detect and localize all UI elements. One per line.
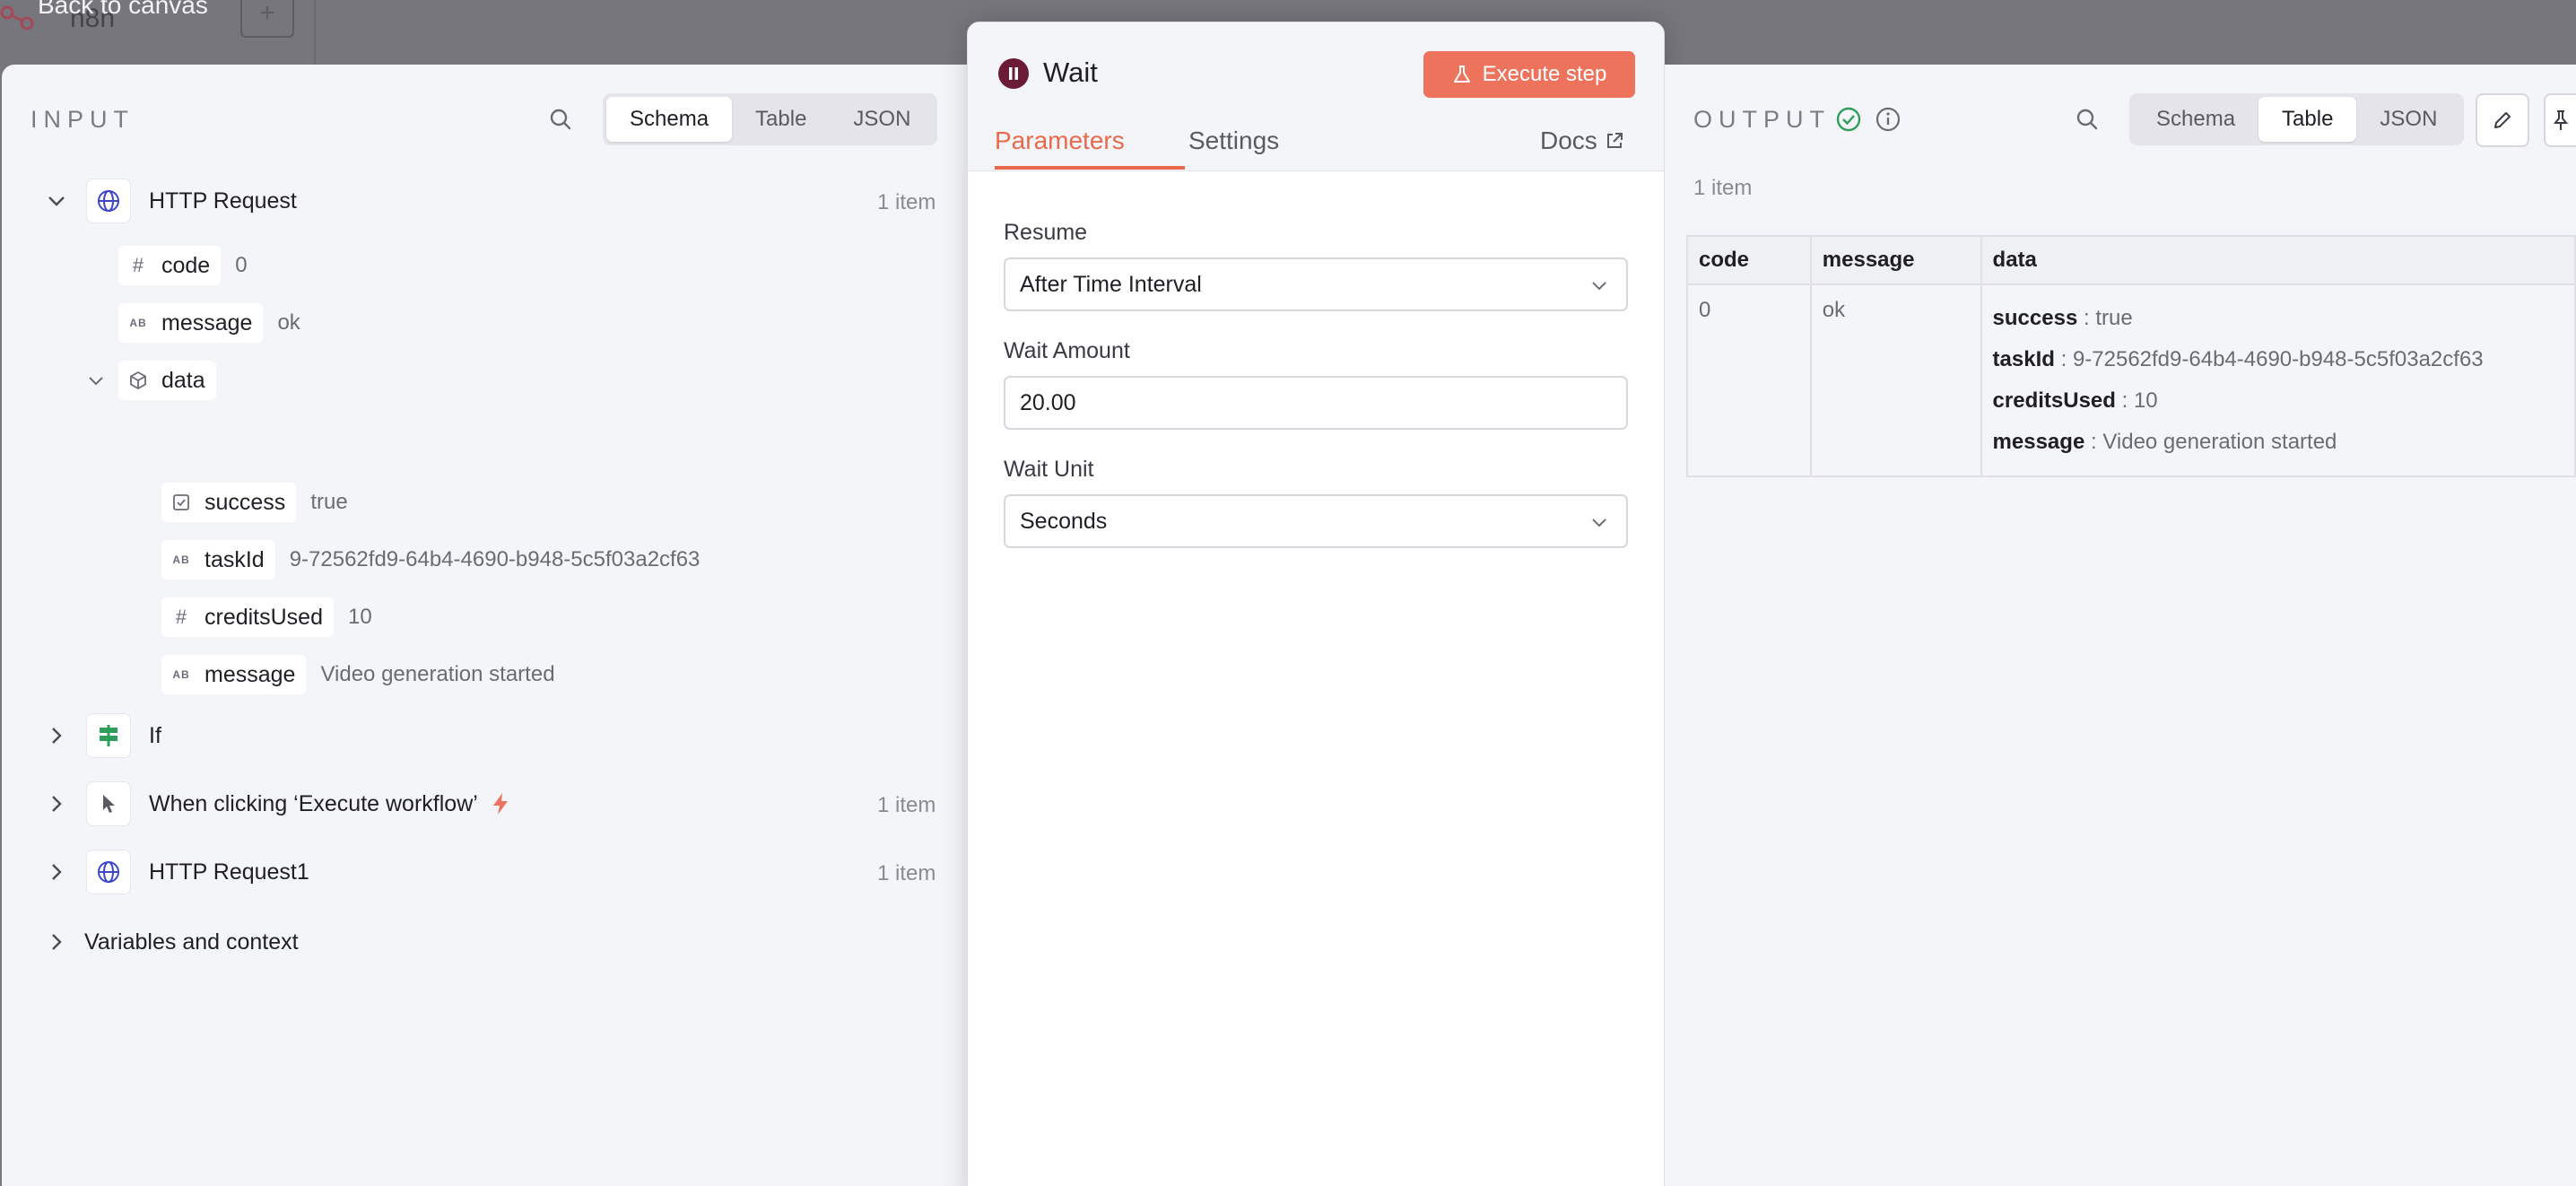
cell-data[interactable]: success : true taskId : 9-72562fd9-64b4-…	[1980, 283, 2576, 477]
object-type-icon	[118, 361, 158, 400]
add-tab-button[interactable]: +	[240, 0, 294, 38]
globe-icon	[86, 179, 131, 223]
back-to-canvas-link[interactable]: Back to canvas	[38, 0, 208, 20]
search-icon[interactable]	[545, 104, 576, 135]
data-entry: taskId : 9-72562fd9-64b4-4690-b948-5c5f0…	[1992, 347, 2484, 371]
variables-and-context-row[interactable]: Variables and context	[45, 922, 299, 962]
wait-amount-label: Wait Amount	[1004, 338, 1130, 363]
output-panel: OUTPUT Schema Table JSON 1 item code mes…	[1665, 65, 2576, 1186]
chevron-down-icon	[1592, 282, 1606, 291]
output-table: code message data 0 ok success : true ta…	[1686, 235, 2576, 477]
check-circle-icon	[1836, 107, 1861, 132]
column-header-data[interactable]: data	[1980, 235, 2576, 285]
data-entry: creditsUsed : 10	[1992, 388, 2158, 413]
node-row-manual-trigger[interactable]: When clicking ‘Execute workflow’	[45, 781, 510, 826]
node-title[interactable]: Wait	[1043, 57, 1098, 89]
output-item-count: 1 item	[1693, 176, 1753, 200]
pin-data-button[interactable]	[2544, 93, 2576, 147]
tab-docs[interactable]: Docs	[1540, 126, 1624, 155]
schema-field-data[interactable]: data	[84, 361, 216, 400]
edit-output-button[interactable]	[2476, 93, 2529, 147]
schema-field-code[interactable]: # code 0	[118, 246, 248, 285]
tab-parameters[interactable]: Parameters	[995, 126, 1125, 155]
mouse-pointer-icon	[86, 781, 131, 826]
table-row: 0 ok success : true taskId : 9-72562fd9-…	[1686, 283, 2576, 477]
node-name: HTTP Request1	[149, 859, 309, 885]
chevron-right-icon[interactable]	[45, 930, 68, 954]
item-count: 1 item	[877, 793, 936, 817]
variables-and-context-label: Variables and context	[84, 929, 299, 955]
schema-field-message-nested[interactable]: AB message Video generation started	[161, 655, 555, 694]
output-view-json[interactable]: JSON	[2356, 97, 2460, 142]
info-icon[interactable]	[1875, 106, 1902, 133]
item-count: 1 item	[877, 861, 936, 885]
column-header-message[interactable]: message	[1809, 235, 1982, 285]
string-type-icon: AB	[161, 655, 201, 694]
chevron-right-icon[interactable]	[45, 860, 68, 884]
output-view-table[interactable]: Table	[2258, 97, 2357, 142]
search-icon[interactable]	[2072, 104, 2102, 135]
item-count: 1 item	[877, 190, 936, 214]
output-view-schema[interactable]: Schema	[2133, 97, 2258, 142]
node-row-http-request[interactable]: HTTP Request	[45, 179, 297, 223]
node-row-if[interactable]: If	[45, 713, 161, 758]
data-entry: message : Video generation started	[1992, 430, 2337, 454]
resume-label: Resume	[1004, 220, 1088, 245]
input-panel-title: INPUT	[30, 106, 135, 133]
node-row-http-request1[interactable]: HTTP Request1	[45, 850, 309, 894]
node-name: If	[149, 722, 161, 748]
data-entry: success : true	[1992, 306, 2133, 330]
input-view-switcher: Schema Table JSON	[603, 93, 938, 145]
boolean-type-icon	[161, 483, 201, 522]
flask-icon	[1453, 65, 1470, 83]
globe-icon	[86, 850, 131, 894]
node-name: When clicking ‘Execute workflow’	[149, 790, 478, 816]
lightning-icon	[492, 793, 508, 815]
input-view-schema[interactable]: Schema	[606, 97, 733, 142]
cell-message[interactable]: ok	[1809, 283, 1982, 477]
output-panel-title: OUTPUT	[1693, 106, 1831, 133]
chevron-down-icon[interactable]	[45, 189, 68, 213]
column-header-code[interactable]: code	[1686, 235, 1812, 285]
cell-code[interactable]: 0	[1686, 283, 1812, 477]
wait-unit-select[interactable]: Seconds	[1004, 494, 1628, 548]
modal-header: Wait Execute step Parameters Settings Do…	[968, 22, 1664, 171]
chevron-right-icon[interactable]	[45, 724, 68, 747]
wait-amount-input[interactable]: 20.00	[1004, 376, 1628, 430]
node-name: HTTP Request	[149, 187, 297, 214]
string-type-icon: AB	[118, 303, 158, 343]
divider	[314, 0, 316, 65]
number-type-icon: #	[161, 597, 201, 637]
input-view-json[interactable]: JSON	[830, 97, 934, 142]
schema-field-taskid[interactable]: AB taskId 9-72562fd9-64b4-4690-b948-5c5f…	[161, 540, 700, 580]
table-header-row: code message data	[1686, 235, 2576, 285]
schema-field-success[interactable]: success true	[161, 483, 348, 522]
chevron-down-icon[interactable]	[84, 369, 108, 392]
input-panel: INPUT Schema Table JSON HTTP Request 1 i…	[2, 65, 967, 1186]
schema-field-creditsused[interactable]: # creditsUsed 10	[161, 597, 372, 637]
pencil-icon	[2494, 112, 2511, 128]
chevron-right-icon[interactable]	[45, 792, 68, 815]
wait-node-modal: Wait Execute step Parameters Settings Do…	[967, 22, 1665, 1186]
wait-unit-label: Wait Unit	[1004, 457, 1094, 482]
number-type-icon: #	[118, 246, 158, 285]
pin-icon	[2553, 110, 2569, 130]
signpost-icon	[86, 713, 131, 758]
active-tab-indicator	[995, 166, 1185, 170]
pause-icon	[998, 58, 1029, 89]
tab-settings[interactable]: Settings	[1188, 126, 1279, 155]
input-view-table[interactable]: Table	[732, 97, 830, 142]
resume-select[interactable]: After Time Interval	[1004, 257, 1628, 311]
chevron-down-icon	[1592, 519, 1606, 528]
string-type-icon: AB	[161, 540, 201, 580]
output-view-switcher: Schema Table JSON	[2129, 93, 2465, 145]
schema-field-message[interactable]: AB message ok	[118, 303, 300, 343]
external-link-icon	[1606, 133, 1623, 148]
execute-step-button[interactable]: Execute step	[1423, 51, 1635, 98]
